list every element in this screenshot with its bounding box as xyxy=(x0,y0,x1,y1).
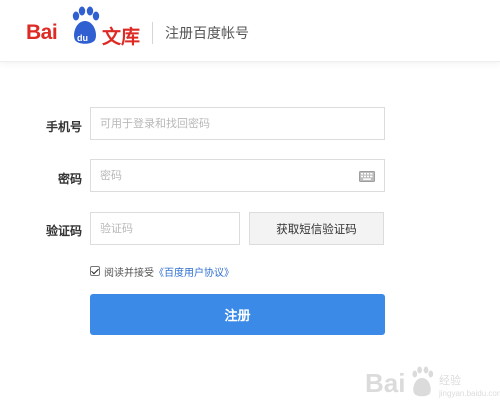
logo-text-bai: Bai xyxy=(26,21,58,44)
captcha-label: 验证码 xyxy=(45,224,82,238)
captcha-input[interactable] xyxy=(100,222,239,235)
agree-checkbox[interactable] xyxy=(90,266,100,276)
agreement-row: 阅读并接受 《百度用户协议》 xyxy=(90,264,234,279)
captcha-field[interactable] xyxy=(90,212,240,245)
keyboard-icon[interactable] xyxy=(359,171,375,182)
user-agreement-link[interactable]: 《百度用户协议》 xyxy=(154,264,234,279)
password-input[interactable] xyxy=(100,169,384,182)
logo-text-wenku: 文库 xyxy=(102,26,141,48)
watermark-brand: Bai xyxy=(365,368,406,398)
phone-field[interactable] xyxy=(90,107,385,140)
watermark-sub: 经验 xyxy=(439,374,461,387)
password-label: 密码 xyxy=(57,172,82,186)
site-header: Bai du 文库 注册百度帐号 xyxy=(0,0,500,62)
baidu-jingyan-watermark: Bai 经验 jingyan.baidu.com xyxy=(365,362,500,410)
phone-input[interactable] xyxy=(100,117,384,130)
logo-text-du: du xyxy=(77,33,88,43)
get-sms-code-button[interactable]: 获取短信验证码 xyxy=(249,212,384,245)
baidu-wenku-logo[interactable]: Bai du 文库 xyxy=(26,6,146,50)
watermark-paw-icon xyxy=(412,366,434,397)
watermark-url: jingyan.baidu.com xyxy=(439,389,500,398)
password-field[interactable] xyxy=(90,159,385,192)
page-title: 注册百度帐号 xyxy=(165,26,249,42)
agree-text: 阅读并接受 xyxy=(104,267,154,279)
register-button[interactable]: 注册 xyxy=(90,294,385,335)
phone-label: 手机号 xyxy=(45,120,82,134)
header-divider xyxy=(152,22,153,44)
